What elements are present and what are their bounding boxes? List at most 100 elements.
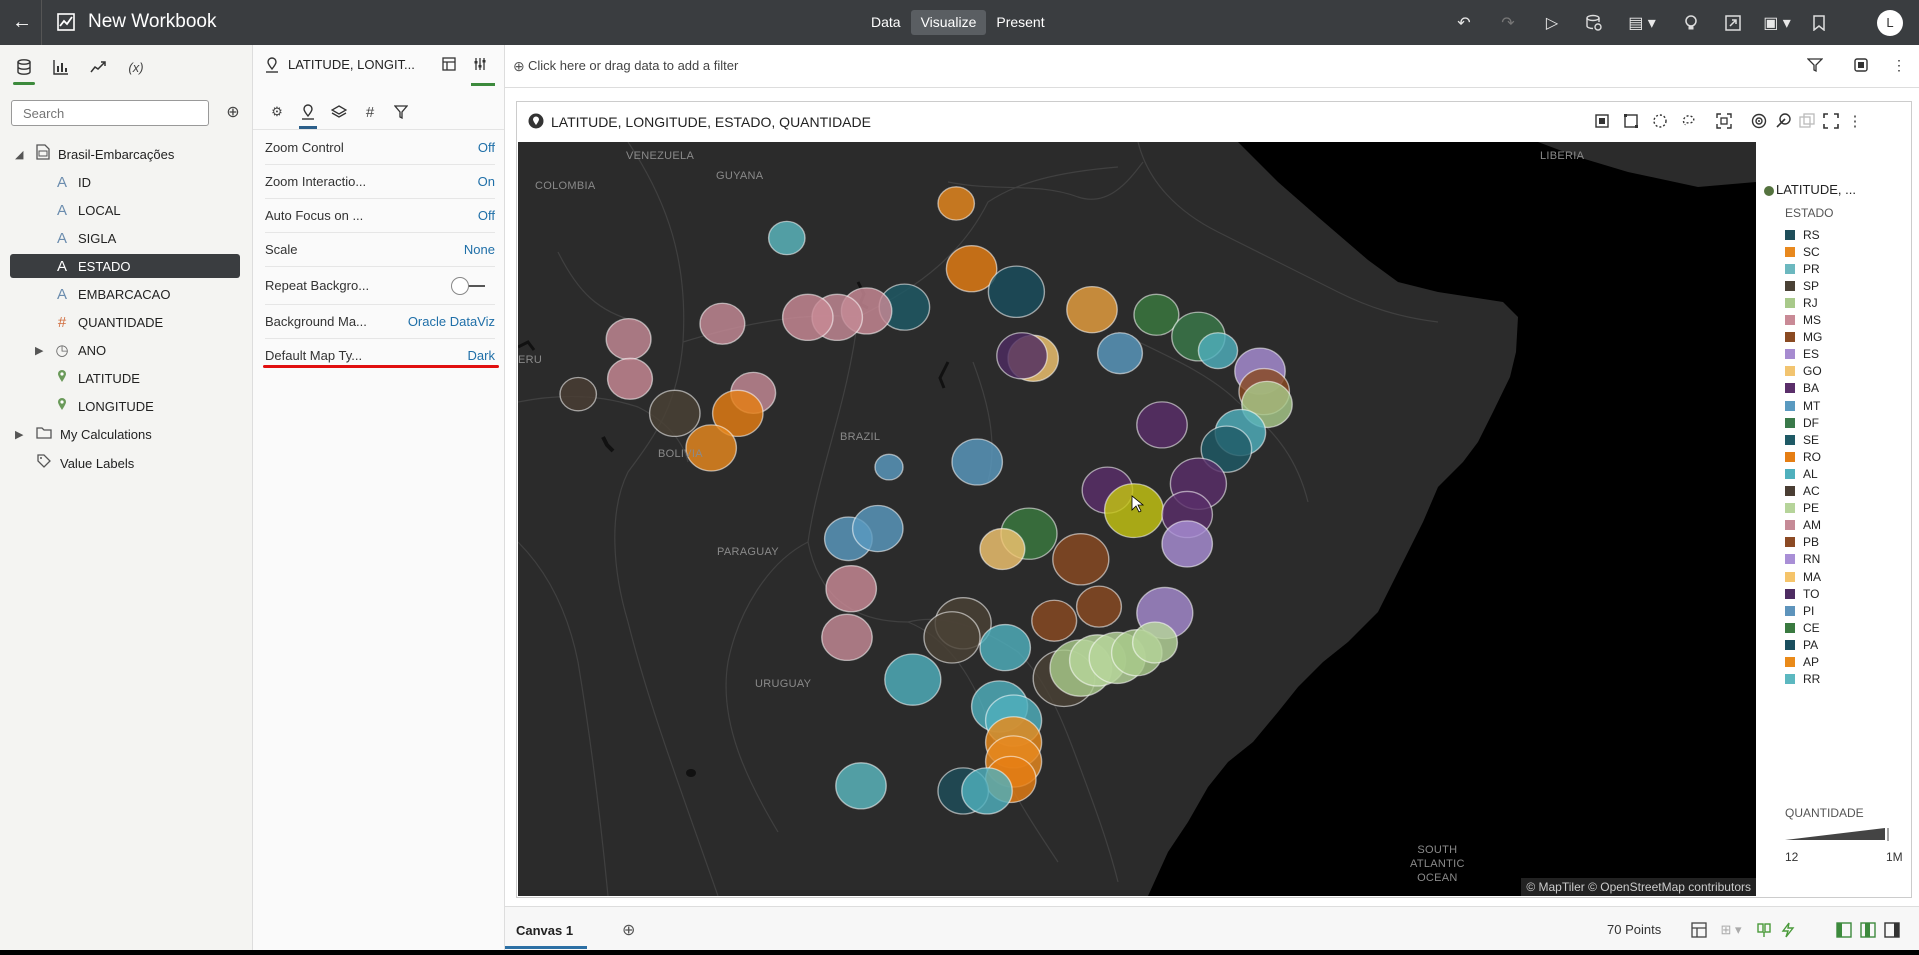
map-bubble[interactable] [851, 504, 904, 553]
map-bubble[interactable] [937, 186, 976, 221]
prop-value[interactable]: Oracle DataViz [408, 314, 495, 329]
repeat-background-toggle[interactable] [451, 277, 487, 295]
map-bubble[interactable] [987, 265, 1046, 318]
bookmark-icon[interactable] [1808, 12, 1830, 34]
map-bubble[interactable] [821, 613, 873, 662]
field-latitude[interactable]: LATITUDE [52, 366, 140, 390]
legend-item-sp[interactable]: SP [1785, 277, 1819, 294]
target-icon[interactable] [1750, 112, 1768, 130]
field-estado[interactable]: A ESTADO [10, 254, 240, 278]
circle-select-icon[interactable] [1651, 112, 1669, 130]
map-attribution[interactable]: © MapTiler © OpenStreetMap contributors [1521, 878, 1756, 896]
legend-item-pb[interactable]: PB [1785, 534, 1819, 551]
data-refresh-icon[interactable] [1583, 12, 1605, 34]
value-labels-item[interactable]: Value Labels [34, 451, 134, 475]
auto-refresh-icon[interactable] [1779, 921, 1797, 939]
legend-item-ro[interactable]: RO [1785, 448, 1821, 465]
prop-value[interactable]: Off [478, 208, 495, 223]
map-bubble[interactable] [1031, 599, 1078, 642]
legend-item-ap[interactable]: AP [1785, 654, 1819, 671]
map-bubble[interactable] [951, 438, 1004, 486]
prop-scale[interactable]: Scale None [265, 232, 495, 267]
legend-item-ma[interactable]: MA [1785, 568, 1821, 585]
canvas-properties-icon[interactable] [1690, 921, 1708, 939]
layers-icon[interactable] [328, 101, 350, 123]
map-bubble[interactable] [884, 653, 942, 706]
legend-item-ac[interactable]: AC [1785, 483, 1820, 500]
save-menu-icon[interactable]: ▣ ▾ [1759, 12, 1795, 34]
legend-item-ce[interactable]: CE [1785, 619, 1820, 636]
map-bubble[interactable] [996, 332, 1048, 380]
prop-value[interactable]: Dark [468, 348, 495, 363]
dataset-item[interactable]: Brasil-Embarcações [34, 142, 174, 166]
maximize-icon[interactable] [1822, 112, 1840, 130]
lasso-select-icon[interactable] [1680, 112, 1698, 130]
add-data-icon[interactable]: ⊕ [223, 103, 243, 123]
field-ano[interactable]: ◷ ANO [52, 338, 106, 362]
map-bubble[interactable] [979, 527, 1026, 571]
legend-item-pr[interactable]: PR [1785, 260, 1820, 277]
properties-sliders-icon[interactable] [473, 57, 487, 74]
variables-tab-icon[interactable]: (x) [123, 55, 149, 79]
panel-right-icon[interactable] [1883, 921, 1901, 939]
legend-item-am[interactable]: AM [1785, 517, 1821, 534]
legend-item-ms[interactable]: MS [1785, 312, 1821, 329]
select-all-icon[interactable] [1593, 112, 1611, 130]
mode-data[interactable]: Data [861, 10, 911, 35]
expand-caret-icon[interactable]: ▶ [15, 428, 23, 441]
map-bubble[interactable] [979, 623, 1032, 672]
prop-repeat-background[interactable]: Repeat Backgro... [265, 266, 495, 305]
field-id[interactable]: A ID [52, 170, 91, 194]
legend-item-rn[interactable]: RN [1785, 551, 1820, 568]
legend-item-pe[interactable]: PE [1785, 500, 1819, 517]
collapse-caret-icon[interactable]: ◢ [15, 148, 23, 161]
expand-caret-icon[interactable]: ▶ [35, 344, 43, 357]
map-bubble[interactable] [559, 376, 598, 412]
legend-layer-title[interactable]: LATITUDE, ... [1776, 182, 1856, 197]
panel-left-icon[interactable] [1835, 921, 1853, 939]
map-bubble[interactable] [1066, 285, 1118, 334]
auto-apply-icon[interactable] [1853, 57, 1869, 76]
map-layer-icon[interactable] [1774, 112, 1792, 130]
map-bubble[interactable] [961, 767, 1013, 815]
map-bubble[interactable] [1136, 401, 1188, 449]
field-local[interactable]: A LOCAL [52, 198, 121, 222]
legend-item-pi[interactable]: PI [1785, 602, 1814, 619]
map-bubble[interactable] [1103, 483, 1165, 539]
legend-item-sc[interactable]: SC [1785, 243, 1820, 260]
data-tab-icon[interactable] [11, 55, 37, 85]
map-bubble[interactable] [835, 762, 887, 810]
legend-item-to[interactable]: TO [1785, 585, 1819, 602]
more-options-icon[interactable]: ⋮ [1892, 57, 1906, 74]
map-tab-icon[interactable] [297, 101, 319, 129]
map-bubble[interactable] [606, 357, 654, 400]
filter-funnel-icon[interactable] [1806, 57, 1824, 76]
legend-item-pa[interactable]: PA [1785, 636, 1818, 653]
preview-play-icon[interactable]: ▷ [1541, 12, 1563, 34]
legend-item-mg[interactable]: MG [1785, 329, 1822, 346]
filter-funnel-icon[interactable] [390, 101, 412, 123]
prop-background-map[interactable]: Background Ma... Oracle DataViz [265, 304, 495, 339]
filter-placeholder[interactable]: Click here or drag data to add a filter [528, 58, 738, 73]
properties-layer-title[interactable]: LATITUDE, LONGIT... [288, 57, 415, 72]
analytics-tab-icon[interactable] [85, 55, 111, 79]
map-bubble[interactable] [1052, 533, 1110, 586]
panel-middle-icon[interactable] [1859, 921, 1877, 939]
layout-menu-icon[interactable]: ⊞ ▾ [1714, 921, 1748, 939]
legend-item-rs[interactable]: RS [1785, 226, 1820, 243]
map-bubble[interactable] [1133, 293, 1180, 336]
legend-item-se[interactable]: SE [1785, 431, 1819, 448]
prop-value[interactable]: Off [478, 140, 495, 155]
user-avatar[interactable]: L [1877, 10, 1903, 36]
legend-item-go[interactable]: GO [1785, 363, 1822, 380]
undo-icon[interactable]: ↶ [1453, 12, 1475, 34]
map-bubble[interactable] [699, 302, 746, 345]
redo-icon[interactable]: ↷ [1497, 12, 1519, 34]
viz-title[interactable]: LATITUDE, LONGITUDE, ESTADO, QUANTIDADE [551, 114, 871, 130]
map-bubble[interactable] [605, 317, 652, 361]
field-embarcacao[interactable]: A EMBARCACAO [52, 282, 170, 306]
zoom-to-fit-icon[interactable] [1715, 112, 1733, 130]
export-icon[interactable] [1722, 12, 1744, 34]
back-arrow-icon[interactable]: ← [10, 10, 34, 34]
my-calculations-folder[interactable]: My Calculations [34, 422, 152, 446]
